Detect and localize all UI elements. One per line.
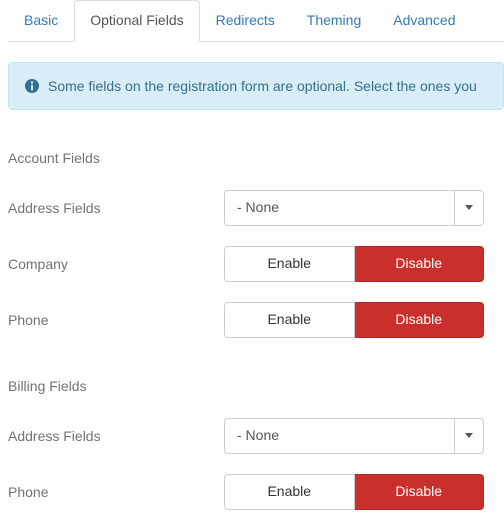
info-icon (24, 78, 40, 94)
billing-phone-label: Phone (8, 484, 224, 500)
tab-theming[interactable]: Theming (291, 0, 377, 42)
account-company-label: Company (8, 256, 224, 272)
account-company-enable[interactable]: Enable (224, 246, 355, 282)
billing-fields-heading: Billing Fields (8, 378, 504, 394)
account-address-dropdown-value[interactable]: - None (224, 190, 454, 226)
info-alert: Some fields on the registration form are… (8, 62, 504, 110)
billing-phone-toggle: Enable Disable (224, 474, 484, 510)
account-company-toggle: Enable Disable (224, 246, 484, 282)
tab-advanced[interactable]: Advanced (377, 0, 471, 42)
billing-phone-enable[interactable]: Enable (224, 474, 355, 510)
chevron-down-icon (465, 433, 473, 438)
settings-tabs: Basic Optional Fields Redirects Theming … (8, 0, 504, 42)
account-phone-toggle: Enable Disable (224, 302, 484, 338)
account-fields-heading: Account Fields (8, 150, 504, 166)
tab-redirects[interactable]: Redirects (200, 0, 291, 42)
tab-basic[interactable]: Basic (8, 0, 74, 42)
billing-address-label: Address Fields (8, 428, 224, 444)
account-address-dropdown-toggle[interactable] (454, 190, 484, 226)
billing-phone-disable[interactable]: Disable (355, 474, 485, 510)
account-phone-label: Phone (8, 312, 224, 328)
tab-optional-fields[interactable]: Optional Fields (74, 0, 199, 42)
billing-address-dropdown[interactable]: - None (224, 418, 484, 454)
account-phone-enable[interactable]: Enable (224, 302, 355, 338)
info-alert-text: Some fields on the registration form are… (48, 78, 477, 94)
account-company-disable[interactable]: Disable (355, 246, 485, 282)
billing-address-dropdown-toggle[interactable] (454, 418, 484, 454)
account-phone-disable[interactable]: Disable (355, 302, 485, 338)
chevron-down-icon (465, 205, 473, 210)
account-address-label: Address Fields (8, 200, 224, 216)
billing-address-dropdown-value[interactable]: - None (224, 418, 454, 454)
account-address-dropdown[interactable]: - None (224, 190, 484, 226)
